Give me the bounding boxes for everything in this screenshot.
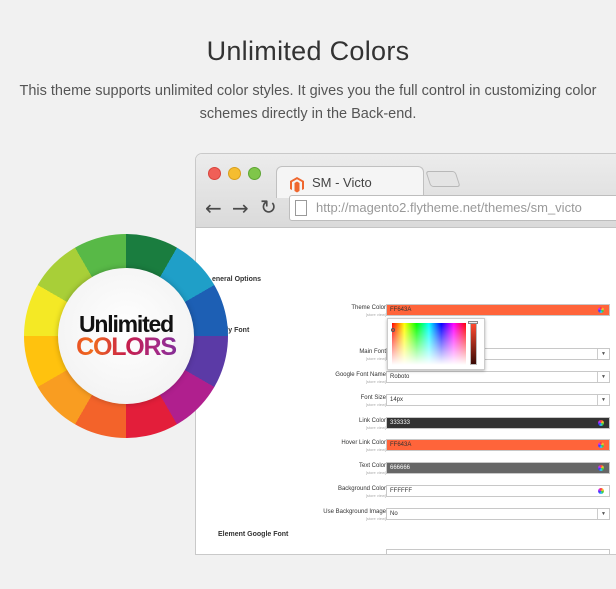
- google-font-name-scope: [store view]: [365, 379, 386, 384]
- main-font-label: Main Font: [359, 349, 386, 355]
- color-swatch-icon[interactable]: [598, 465, 604, 471]
- element-google-font-select[interactable]: [386, 549, 610, 554]
- admin-config-page: eneral Options dy Font Element Google Fo…: [196, 229, 616, 554]
- color-swatch-icon[interactable]: [598, 307, 604, 313]
- google-font-name-select[interactable]: Roboto ▼: [386, 371, 610, 383]
- chevron-down-icon: ▼: [597, 372, 609, 382]
- use-background-image-select[interactable]: No ▼: [386, 508, 610, 520]
- magento-logo-icon: [290, 177, 304, 193]
- use-background-image-value: No: [390, 511, 398, 517]
- browser-toolbar: SM - Victo ← → ↻ http://magento2.flythem…: [196, 154, 616, 228]
- google-font-name-label: Google Font Name: [335, 372, 386, 378]
- link-color-input[interactable]: 333333: [386, 417, 610, 429]
- minimize-window-button[interactable]: [228, 167, 241, 180]
- reload-icon[interactable]: ↻: [260, 197, 277, 217]
- hover-link-color-label: Hover Link Color: [341, 440, 386, 446]
- section-element-google-font[interactable]: Element Google Font: [218, 531, 288, 538]
- hue-slider[interactable]: [470, 323, 477, 365]
- maximize-window-button[interactable]: [248, 167, 261, 180]
- chevron-down-icon: ▼: [597, 509, 609, 519]
- link-color-label: Link Color: [358, 418, 386, 424]
- url-text: http://magento2.flytheme.net/themes/sm_v…: [316, 200, 582, 215]
- forward-arrow-icon[interactable]: →: [232, 198, 249, 218]
- color-swatch-icon[interactable]: [598, 420, 604, 426]
- address-bar[interactable]: http://magento2.flytheme.net/themes/sm_v…: [289, 195, 616, 221]
- tab-title: SM - Victo: [312, 175, 372, 190]
- link-color-value: 333333: [390, 420, 411, 426]
- chevron-down-icon: ▼: [597, 395, 609, 405]
- background-color-scope: [store view]: [365, 493, 386, 498]
- badge-line-2: COLORS: [58, 334, 194, 360]
- section-general-options[interactable]: eneral Options: [212, 276, 261, 283]
- back-arrow-icon[interactable]: ←: [205, 198, 222, 218]
- promo-headline: Unlimited Colors: [206, 36, 410, 66]
- text-color-scope: [store view]: [365, 470, 386, 475]
- hover-link-color-value: FF643A: [390, 442, 412, 448]
- main-font-scope: [store view]: [365, 356, 386, 361]
- font-size-select[interactable]: 14px ▼: [386, 394, 610, 406]
- badge-center: Unlimited COLORS: [58, 268, 194, 404]
- text-color-label: Text Color: [358, 463, 386, 469]
- font-size-scope: [store view]: [365, 402, 386, 407]
- color-wheel-badge: Unlimited COLORS: [24, 234, 228, 438]
- promo-intro: This theme supports unlimited color styl…: [19, 83, 597, 122]
- font-size-label: Font Size: [360, 395, 386, 401]
- font-size-value: 14px: [390, 397, 404, 403]
- google-font-name-value: Roboto: [390, 374, 410, 380]
- hover-link-color-scope: [store view]: [365, 447, 386, 452]
- color-swatch-icon[interactable]: [598, 488, 604, 494]
- color-picker-cursor[interactable]: [391, 328, 395, 332]
- hover-link-color-input[interactable]: FF643A: [386, 439, 610, 451]
- hue-slider-handle[interactable]: [468, 321, 478, 324]
- color-swatch-icon[interactable]: [598, 442, 604, 448]
- browser-window: SM - Victo ← → ↻ http://magento2.flythem…: [195, 153, 616, 555]
- theme-color-value: FF643A: [390, 307, 412, 313]
- close-window-button[interactable]: [208, 167, 221, 180]
- theme-color-input[interactable]: FF643A: [386, 304, 610, 316]
- theme-color-label: Theme Color: [351, 305, 386, 311]
- color-picker-popup[interactable]: [387, 318, 485, 370]
- use-background-image-label: Use Background Image: [323, 509, 386, 515]
- background-color-input[interactable]: FFFFFF: [386, 485, 610, 497]
- background-color-label: Background Color: [337, 486, 386, 492]
- background-color-value: FFFFFF: [390, 488, 412, 494]
- color-saturation-area[interactable]: [392, 323, 466, 365]
- use-background-image-scope: [store view]: [365, 516, 386, 521]
- page-icon: [295, 200, 307, 216]
- link-color-scope: [store view]: [365, 425, 386, 430]
- text-color-input[interactable]: 666666: [386, 462, 610, 474]
- chevron-down-icon: ▼: [597, 349, 609, 359]
- theme-color-scope: [store view]: [365, 312, 386, 317]
- browser-tab[interactable]: SM - Victo: [276, 166, 424, 198]
- text-color-value: 666666: [390, 465, 411, 471]
- new-tab-button[interactable]: [425, 171, 461, 187]
